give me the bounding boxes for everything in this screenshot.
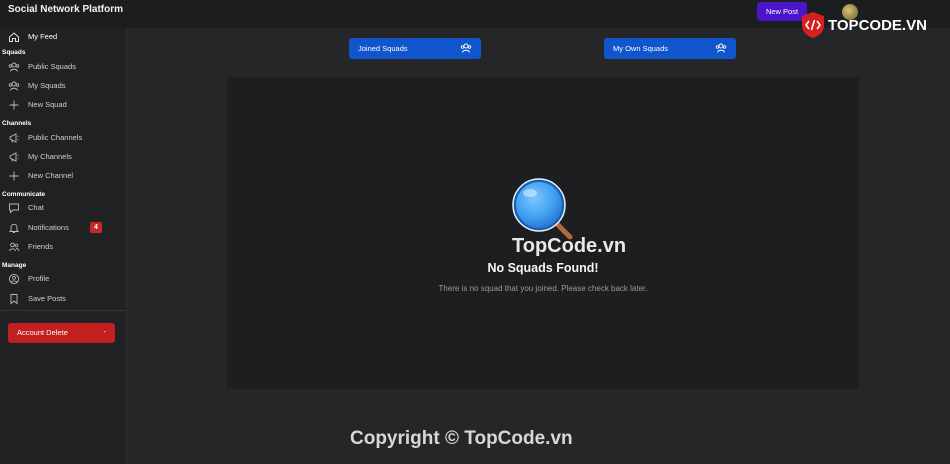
account-delete-label: Account Delete bbox=[17, 328, 68, 337]
watermark-text: TopCode.vn bbox=[512, 235, 627, 257]
copyright-text: Copyright © TopCode.vn bbox=[350, 428, 573, 449]
sidebar-item-my-channels[interactable]: My Channels bbox=[0, 148, 126, 166]
empty-state-message: There is no squad that you joined. Pleas… bbox=[438, 284, 648, 293]
sidebar-item-label: Chat bbox=[28, 203, 44, 212]
sidebar-item-public-channels[interactable]: Public Channels bbox=[0, 129, 126, 147]
megaphone-icon bbox=[9, 152, 19, 162]
magnifier-icon bbox=[512, 178, 573, 240]
bookmark-icon bbox=[10, 294, 18, 305]
sidebar-item-new-squad[interactable]: New Squad bbox=[0, 96, 126, 114]
topcode-logo: TOPCODE.VN bbox=[800, 10, 927, 40]
tab-label: My Own Squads bbox=[613, 44, 669, 53]
tab-my-own-squads[interactable]: My Own Squads bbox=[604, 38, 736, 59]
users-icon bbox=[8, 81, 20, 91]
sidebar-item-public-squads[interactable]: Public Squads bbox=[0, 58, 126, 76]
sidebar-item-label: Profile bbox=[28, 274, 50, 283]
app-title: Social Network Platform bbox=[8, 4, 124, 15]
sidebar: My Feed Squads Public Squads My Squads N… bbox=[0, 28, 127, 464]
sidebar-item-label: New Channel bbox=[28, 171, 74, 180]
sidebar-item-label: My Channels bbox=[28, 152, 72, 161]
users-icon bbox=[8, 62, 20, 72]
sidebar-item-chat[interactable]: Chat bbox=[0, 199, 126, 217]
home-icon bbox=[9, 32, 19, 42]
bell-icon bbox=[8, 223, 20, 233]
logo-text: TOPCODE.VN bbox=[828, 16, 927, 34]
sidebar-item-label: Public Channels bbox=[28, 133, 83, 142]
megaphone-icon bbox=[9, 133, 19, 143]
sidebar-item-label: My Feed bbox=[28, 32, 58, 41]
plus-icon bbox=[9, 171, 19, 181]
minus-icon: - bbox=[103, 327, 107, 336]
sidebar-item-my-feed[interactable]: My Feed bbox=[0, 28, 126, 46]
sidebar-item-label: Friends bbox=[28, 242, 54, 251]
plus-icon bbox=[9, 100, 19, 110]
sidebar-divider bbox=[0, 310, 126, 311]
account-delete-button[interactable]: Account Delete - bbox=[8, 323, 115, 343]
sidebar-item-label: New Squad bbox=[28, 100, 67, 109]
users-icon bbox=[460, 43, 472, 53]
sidebar-item-friends[interactable]: Friends bbox=[0, 238, 126, 256]
sidebar-item-notifications[interactable]: Notifications 4 bbox=[0, 219, 126, 237]
sidebar-item-label: My Squads bbox=[28, 81, 66, 90]
sidebar-item-label: Public Squads bbox=[28, 62, 76, 71]
sidebar-item-label: Save Posts bbox=[28, 294, 66, 303]
tab-label: Joined Squads bbox=[358, 44, 408, 53]
section-channels: Channels bbox=[2, 120, 32, 127]
notification-count-badge: 4 bbox=[90, 222, 102, 233]
section-communicate: Communicate bbox=[2, 191, 45, 198]
tab-joined-squads[interactable]: Joined Squads bbox=[349, 38, 481, 59]
code-shield-icon bbox=[802, 12, 824, 38]
chat-icon bbox=[9, 203, 19, 214]
empty-state-title: No Squads Found! bbox=[487, 261, 599, 275]
sidebar-item-label: Notifications bbox=[28, 223, 69, 232]
section-squads: Squads bbox=[2, 49, 26, 56]
users-icon bbox=[715, 43, 727, 53]
sidebar-item-new-channel[interactable]: New Channel bbox=[0, 167, 126, 185]
friends-icon bbox=[9, 242, 19, 252]
sidebar-item-my-squads[interactable]: My Squads bbox=[0, 77, 126, 95]
